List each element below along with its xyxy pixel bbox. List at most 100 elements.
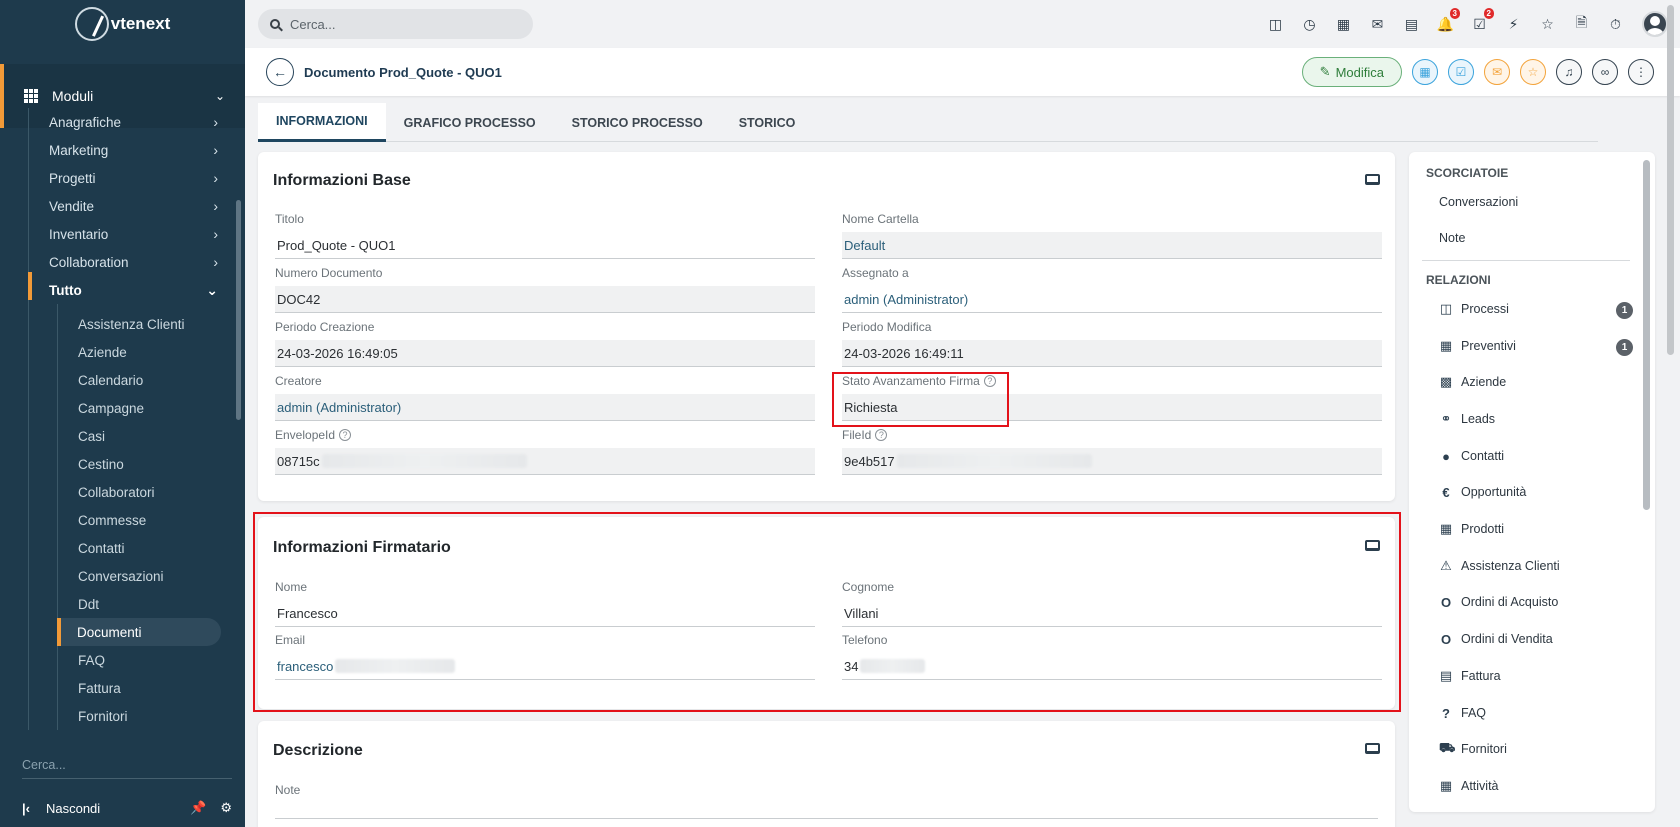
chevron-right-icon: ›	[213, 254, 218, 270]
sidebar-subitem[interactable]: Conversazioni	[58, 562, 228, 590]
follow-button[interactable]: ♫	[1556, 59, 1582, 85]
grid-icon	[24, 89, 38, 103]
tab-storico[interactable]: STORICO	[721, 103, 814, 142]
monitor-icon[interactable]	[1365, 174, 1380, 185]
redacted-blur	[896, 454, 1092, 468]
tab-storico-processo[interactable]: STORICO PROCESSO	[554, 103, 721, 142]
field-value-link[interactable]: admin (Administrator)	[275, 394, 815, 421]
relation-fattura[interactable]: ▤ Fattura	[1439, 666, 1501, 686]
calendar-icon[interactable]: ▦	[1335, 16, 1352, 33]
relation-assistenza-clienti[interactable]: ⚠ Assistenza Clienti	[1439, 556, 1559, 576]
field-label: Periodo Creazione	[275, 320, 375, 334]
page-header: ← Documento Prod_Quote - QUO1 ✎ Modifica …	[245, 48, 1680, 96]
sidebar-subitem[interactable]: Commesse	[58, 506, 228, 534]
right-panel-scrollbar[interactable]	[1643, 160, 1650, 510]
relation-opportunita[interactable]: € Opportunità	[1439, 482, 1526, 502]
field-periodo-modifica: Periodo Modifica 24-03-2026 16:49:11	[842, 318, 1382, 367]
relation-leads[interactable]: ⚭ Leads	[1439, 409, 1496, 429]
relation-prodotti[interactable]: ▦ Prodotti	[1439, 519, 1504, 539]
sidebar-item-marketing[interactable]: Marketing ›	[29, 136, 228, 164]
hide-sidebar-button[interactable]: Nascondi	[46, 801, 100, 816]
field-value-link[interactable]: admin (Administrator)	[842, 286, 1382, 313]
collapse-icon[interactable]: |‹	[22, 801, 30, 816]
pin-icon[interactable]: 📌	[190, 800, 206, 816]
tasks-icon[interactable]: ☑ 2	[1471, 7, 1494, 33]
topbar-icons: ◫ ◷ ▦ ✉ ▤ 🔔 3 ☑ 2 ⚡ ☆ 🗎 ⏱	[1267, 7, 1624, 33]
person-icon: ●	[1442, 448, 1450, 464]
relation-ordini-vendita[interactable]: O Ordini di Vendita	[1439, 629, 1553, 649]
chevron-right-icon: ›	[213, 142, 218, 158]
search-input[interactable]: Cerca...	[258, 9, 533, 39]
send-email-button[interactable]: ✉	[1484, 59, 1510, 85]
sidebar-scrollbar[interactable]	[236, 200, 241, 420]
gear-icon[interactable]: ⚙	[220, 800, 232, 816]
add-task-button[interactable]: ☑	[1448, 59, 1474, 85]
more-vertical-icon: ⋮	[1635, 65, 1647, 79]
chat-icon[interactable]: ▤	[1403, 16, 1420, 33]
base-info-card: Informazioni Base Titolo Prod_Quote - QU…	[258, 152, 1395, 501]
sidebar-subitem[interactable]: Ddt	[58, 590, 228, 618]
relation-attivita[interactable]: ▦ Attività	[1439, 776, 1499, 796]
page-scrollbar[interactable]	[1667, 5, 1674, 355]
star-icon: ☆	[1527, 65, 1539, 79]
right-panel: SCORCIATOIE Conversazioni Note RELAZIONI…	[1409, 152, 1655, 812]
shortcut-note[interactable]: Note	[1439, 228, 1465, 248]
sidebar-search-input[interactable]: Cerca...	[22, 758, 232, 779]
sidebar-item-tutto[interactable]: Tutto ⌄	[29, 276, 228, 304]
sidebar-subitem[interactable]: Cestino	[58, 450, 228, 478]
tab-grafico-processo[interactable]: GRAFICO PROCESSO	[386, 103, 554, 142]
sidebar-subitem[interactable]: Calendario	[58, 366, 228, 394]
relation-contatti[interactable]: ● Contatti	[1439, 446, 1504, 466]
sidebar-item-collaboration[interactable]: Collaboration ›	[29, 248, 228, 276]
document-icon[interactable]: 🗎	[1573, 14, 1590, 33]
sidebar-item-vendite[interactable]: Vendite ›	[29, 192, 228, 220]
monitor-icon[interactable]	[1365, 743, 1380, 754]
timer-icon[interactable]: ⏱	[1607, 16, 1624, 33]
help-icon[interactable]: ?	[339, 429, 352, 441]
more-button[interactable]: ⋮	[1628, 59, 1654, 85]
help-icon[interactable]: ?	[875, 429, 888, 441]
relation-ordini-acquisto[interactable]: O Ordini di Acquisto	[1439, 592, 1558, 612]
field-value-link[interactable]: Default	[842, 232, 1382, 259]
sidebar-subitem[interactable]: Contatti	[58, 534, 228, 562]
process-icon[interactable]: ◫	[1267, 16, 1284, 33]
bell-icon[interactable]: 🔔 3	[1437, 7, 1460, 33]
sidebar-subitem[interactable]: Aziende	[58, 338, 228, 366]
field-label: Nome Cartella	[842, 212, 919, 226]
mail-icon[interactable]: ✉	[1369, 16, 1386, 33]
relation-aziende[interactable]: ▩ Aziende	[1439, 372, 1506, 392]
relation-preventivi[interactable]: ▦ Preventivi	[1439, 336, 1516, 356]
sidebar-subitem[interactable]: Fattura	[58, 674, 228, 702]
edit-button[interactable]: ✎ Modifica	[1301, 57, 1402, 87]
favorite-button[interactable]: ☆	[1520, 59, 1546, 85]
relation-processi[interactable]: ◫ Processi	[1439, 299, 1509, 319]
link-button[interactable]: ∞	[1592, 59, 1618, 85]
back-button[interactable]: ←	[266, 58, 294, 86]
sidebar-subitem-active[interactable]: Documenti	[57, 618, 221, 646]
sidebar-subitem[interactable]: Campagne	[58, 394, 228, 422]
relation-fornitori[interactable]: ⛟ Fornitori	[1439, 739, 1507, 759]
star-icon[interactable]: ☆	[1539, 16, 1556, 33]
link-icon: ∞	[1600, 65, 1610, 79]
sidebar-item-progetti[interactable]: Progetti ›	[29, 164, 228, 192]
shortcut-conversazioni[interactable]: Conversazioni	[1439, 192, 1518, 212]
relation-faq[interactable]: ? FAQ	[1439, 703, 1486, 723]
sidebar-subitem[interactable]: FAQ	[58, 646, 228, 674]
tab-informazioni[interactable]: INFORMAZIONI	[258, 103, 386, 142]
sidebar-item-anagrafiche[interactable]: Anagrafiche ›	[29, 108, 228, 136]
sidebar-subitem[interactable]: Casi	[58, 422, 228, 450]
field-value[interactable]: Prod_Quote - QUO1	[275, 232, 815, 259]
history-icon[interactable]: ◷	[1301, 16, 1318, 33]
pencil-icon: ✎	[1319, 64, 1331, 79]
field-value[interactable]	[275, 803, 1378, 819]
sidebar-item-inventario[interactable]: Inventario ›	[29, 220, 228, 248]
sidebar-subitem[interactable]: Assistenza Clienti	[58, 310, 228, 338]
truck-icon: ⛟	[1439, 740, 1456, 755]
sidebar-subitem[interactable]: Collaboratori	[58, 478, 228, 506]
avatar[interactable]	[1642, 11, 1668, 37]
logo[interactable]: vtenext	[0, 0, 245, 48]
sidebar-subitem[interactable]: Fornitori	[58, 702, 228, 730]
add-event-button[interactable]: ▦	[1412, 59, 1438, 85]
logo-icon	[74, 7, 109, 41]
lightning-icon[interactable]: ⚡	[1505, 16, 1522, 33]
